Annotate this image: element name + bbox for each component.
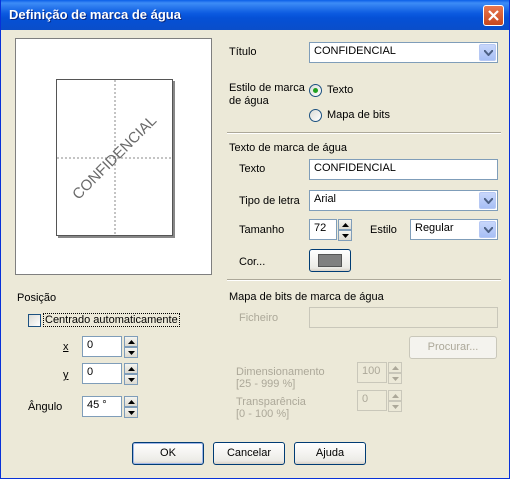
size-down-button[interactable] bbox=[338, 230, 352, 241]
size-value: 72 bbox=[314, 222, 327, 234]
title-label: Título bbox=[229, 46, 257, 58]
color-button[interactable] bbox=[309, 249, 351, 272]
font-select[interactable]: Arial bbox=[309, 190, 498, 211]
y-up-button[interactable] bbox=[124, 363, 138, 374]
arrow-down-icon bbox=[342, 234, 349, 238]
style-bitmap-label[interactable]: Mapa de bits bbox=[327, 109, 390, 121]
y-input[interactable]: 0 bbox=[82, 363, 122, 384]
close-button[interactable] bbox=[483, 5, 504, 26]
scale-down-button[interactable] bbox=[388, 373, 402, 384]
arrow-up-icon bbox=[128, 400, 135, 404]
scale-label-line2: [25 - 999 %] bbox=[236, 378, 296, 390]
scale-spinner[interactable] bbox=[388, 362, 402, 384]
ok-button[interactable]: OK bbox=[132, 442, 204, 465]
y-value: 0 bbox=[87, 366, 94, 378]
auto-center-label[interactable]: Centrado automaticamente bbox=[43, 313, 180, 327]
chevron-down-icon bbox=[484, 227, 493, 233]
file-label: Ficheiro bbox=[239, 312, 279, 324]
size-input[interactable]: 72 bbox=[309, 219, 337, 240]
y-down-button[interactable] bbox=[124, 374, 138, 385]
x-up-button[interactable] bbox=[124, 336, 138, 347]
title-dropdown-button[interactable] bbox=[479, 44, 496, 61]
angle-spinner[interactable] bbox=[124, 396, 138, 418]
size-spinner[interactable] bbox=[338, 219, 352, 241]
angle-label: Ângulo bbox=[28, 401, 63, 413]
style-text-radio[interactable] bbox=[309, 84, 322, 97]
transparency-down-button[interactable] bbox=[388, 401, 402, 412]
title-select-value: CONFIDENCIAL bbox=[314, 45, 396, 57]
font-select-value: Arial bbox=[314, 193, 337, 205]
close-icon bbox=[488, 10, 499, 21]
watermark-text-value: CONFIDENCIAL bbox=[314, 162, 396, 174]
title-select[interactable]: CONFIDENCIAL bbox=[309, 42, 498, 63]
arrow-down-icon bbox=[128, 411, 135, 415]
style-weight-label: Estilo bbox=[370, 224, 397, 236]
x-spinner[interactable] bbox=[124, 336, 138, 358]
x-input[interactable]: 0 bbox=[82, 336, 122, 357]
arrow-up-icon bbox=[392, 394, 399, 398]
style-label-line1: Estilo de marca bbox=[229, 82, 305, 94]
style-weight-value: Regular bbox=[415, 222, 454, 234]
font-dropdown-button[interactable] bbox=[479, 192, 496, 209]
transparency-label-line1: Transparência bbox=[236, 396, 306, 408]
x-label: x bbox=[63, 341, 69, 353]
angle-value: 45 ° bbox=[87, 399, 107, 411]
arrow-up-icon bbox=[128, 340, 135, 344]
color-label: Cor... bbox=[239, 256, 266, 268]
cancel-button[interactable]: Cancelar bbox=[213, 442, 285, 465]
arrow-down-icon bbox=[392, 405, 399, 409]
text-label: Texto bbox=[239, 163, 266, 175]
style-weight-dropdown-button[interactable] bbox=[479, 221, 496, 238]
font-label: Tipo de letra bbox=[239, 195, 300, 207]
chevron-down-icon bbox=[484, 198, 493, 204]
arrow-up-icon bbox=[342, 223, 349, 227]
text-section-heading: Texto de marca de água bbox=[229, 142, 348, 154]
arrow-up-icon bbox=[392, 366, 399, 370]
bitmap-section-heading: Mapa de bits de marca de água bbox=[229, 291, 384, 303]
y-label: y bbox=[63, 369, 69, 381]
transparency-input[interactable]: 0 bbox=[357, 390, 387, 411]
position-heading: Posição bbox=[17, 292, 57, 304]
color-swatch bbox=[318, 254, 342, 267]
angle-down-button[interactable] bbox=[124, 407, 138, 418]
transparency-up-button[interactable] bbox=[388, 390, 402, 401]
arrow-down-icon bbox=[392, 377, 399, 381]
watermark-preview: CONFIDENCIAL bbox=[15, 38, 212, 275]
size-up-button[interactable] bbox=[338, 219, 352, 230]
style-label-line2: de água bbox=[229, 95, 269, 107]
x-value: 0 bbox=[87, 339, 94, 351]
browse-button[interactable]: Procurar... bbox=[409, 336, 497, 359]
y-spinner[interactable] bbox=[124, 363, 138, 385]
preview-page: CONFIDENCIAL bbox=[56, 79, 174, 237]
window-title: Definição de marca de água bbox=[9, 7, 181, 22]
transparency-spinner[interactable] bbox=[388, 390, 402, 412]
scale-input[interactable]: 100 bbox=[357, 362, 387, 383]
auto-center-checkbox[interactable] bbox=[28, 314, 41, 327]
arrow-down-icon bbox=[128, 351, 135, 355]
transparency-value: 0 bbox=[362, 393, 369, 405]
style-text-label[interactable]: Texto bbox=[327, 84, 353, 96]
arrow-down-icon bbox=[128, 378, 135, 382]
title-bar[interactable]: Definição de marca de água bbox=[1, 0, 509, 30]
arrow-up-icon bbox=[128, 367, 135, 371]
separator bbox=[227, 132, 501, 134]
scale-up-button[interactable] bbox=[388, 362, 402, 373]
transparency-label-line2: [0 - 100 %] bbox=[236, 408, 290, 420]
x-down-button[interactable] bbox=[124, 347, 138, 358]
angle-up-button[interactable] bbox=[124, 396, 138, 407]
scale-value: 100 bbox=[362, 365, 381, 377]
preview-guides: CONFIDENCIAL bbox=[57, 80, 174, 237]
watermark-text-input[interactable]: CONFIDENCIAL bbox=[309, 159, 498, 180]
size-label: Tamanho bbox=[239, 224, 285, 236]
chevron-down-icon bbox=[484, 50, 493, 56]
scale-label-line1: Dimensionamento bbox=[236, 366, 325, 378]
file-input[interactable] bbox=[309, 307, 498, 328]
style-bitmap-radio[interactable] bbox=[309, 109, 322, 122]
help-button[interactable]: Ajuda bbox=[294, 442, 366, 465]
angle-input[interactable]: 45 ° bbox=[82, 396, 122, 417]
separator bbox=[227, 279, 501, 281]
style-weight-select[interactable]: Regular bbox=[410, 219, 498, 240]
watermark-settings-dialog: Definição de marca de água CONFIDENCIAL … bbox=[0, 0, 510, 479]
